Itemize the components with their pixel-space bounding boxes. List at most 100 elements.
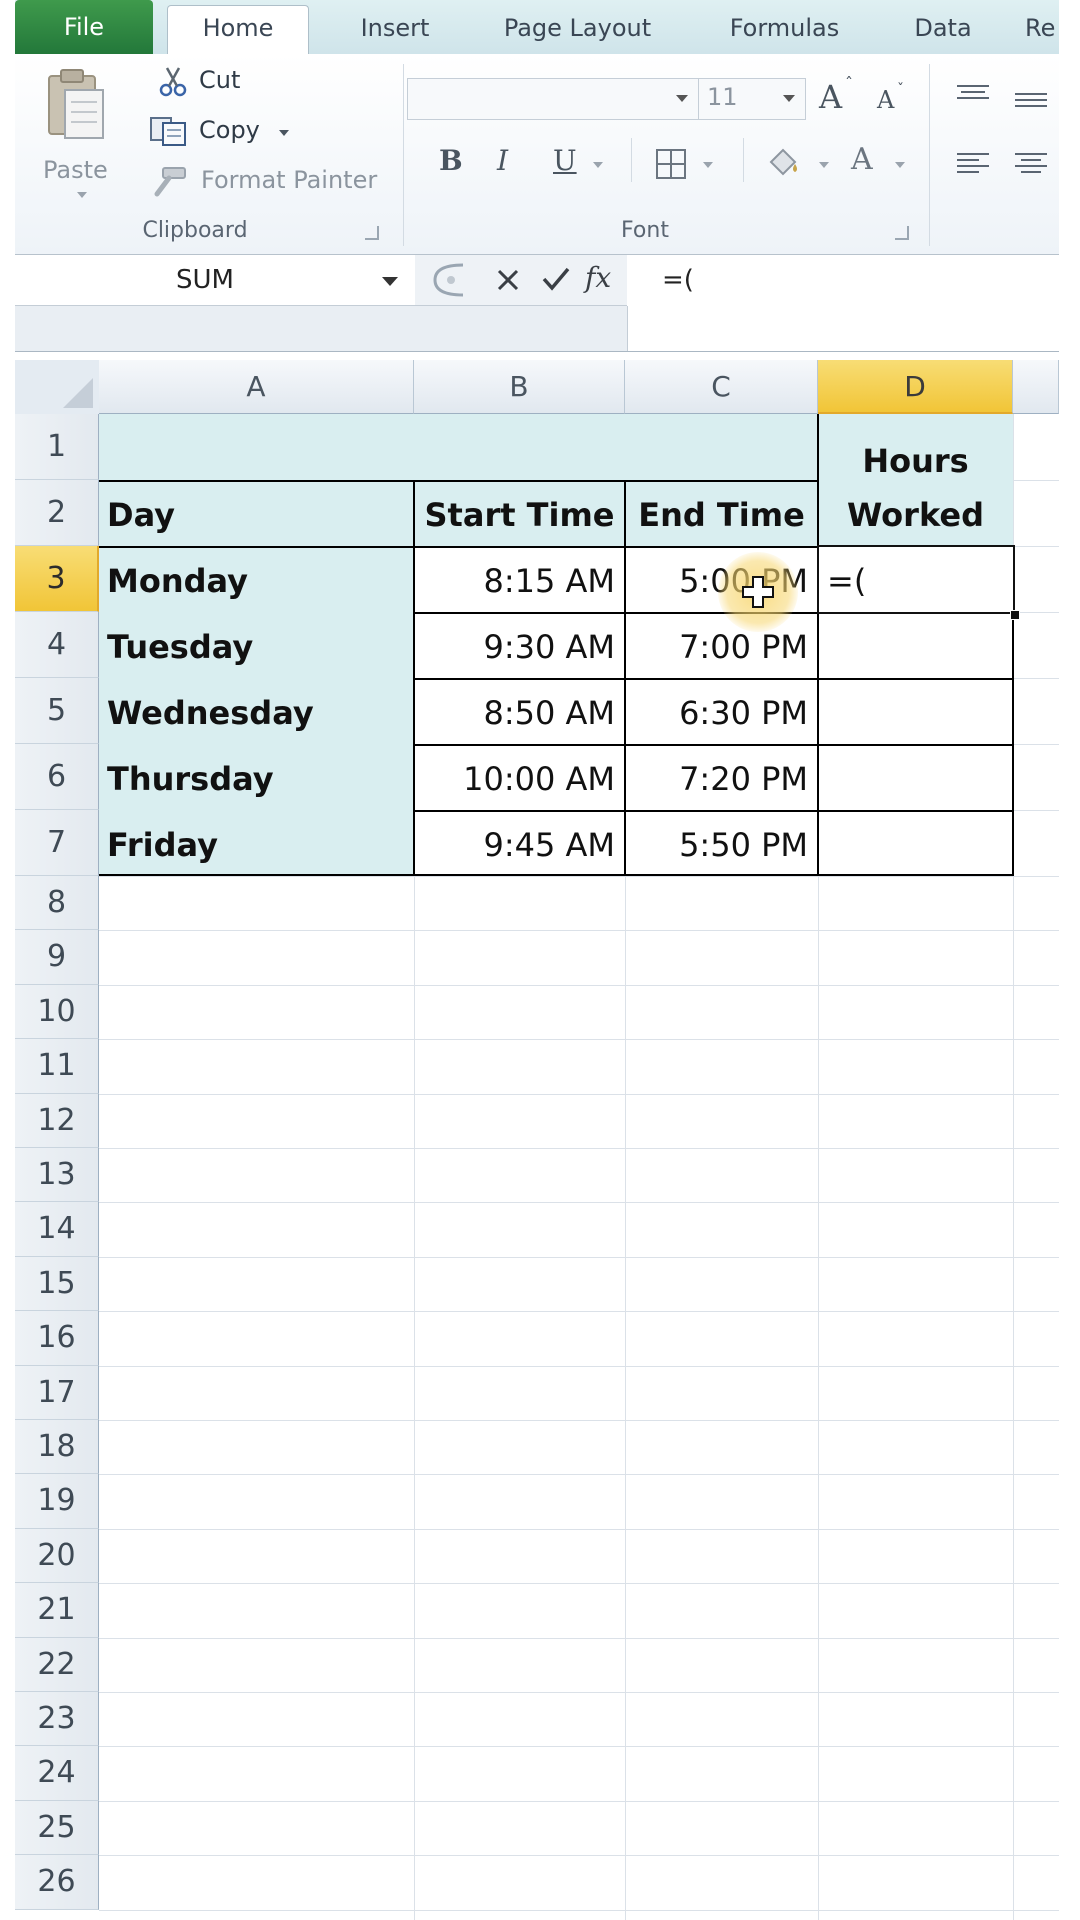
row-header-1[interactable]: 1 <box>15 414 99 480</box>
cell-d6[interactable] <box>818 744 1013 810</box>
cell-a1-c1[interactable] <box>99 414 818 480</box>
row-header-19[interactable]: 19 <box>15 1474 99 1529</box>
cell-c4[interactable]: 7:00 PM <box>625 612 818 678</box>
active-cell-d3[interactable]: =( <box>817 545 1015 614</box>
row-header-13[interactable]: 13 <box>15 1148 99 1203</box>
row-header-12[interactable]: 12 <box>15 1093 99 1148</box>
cell-c2-header-end[interactable]: End Time <box>625 480 818 546</box>
cell-a3[interactable]: Monday <box>99 546 414 612</box>
row-header-6[interactable]: 6 <box>15 744 99 810</box>
cell-b2-header-start[interactable]: Start Time <box>414 480 625 546</box>
borders-button[interactable] <box>653 146 725 186</box>
middle-align-icon[interactable] <box>1011 88 1051 118</box>
paste-button[interactable]: Paste <box>35 64 125 204</box>
font-size-input[interactable]: 11 <box>698 78 806 120</box>
font-dialog-launcher-icon[interactable] <box>895 226 909 240</box>
row-header-17[interactable]: 17 <box>15 1365 99 1420</box>
cell-a7[interactable]: Friday <box>99 810 414 876</box>
cut-button[interactable]: Cut <box>145 64 240 98</box>
cell-a2-header-day[interactable]: Day <box>99 480 414 546</box>
row-header-21[interactable]: 21 <box>15 1583 99 1638</box>
cell-a4[interactable]: Tuesday <box>99 612 414 678</box>
row-header-25[interactable]: 25 <box>15 1800 99 1856</box>
grow-font-button[interactable]: A ˆ <box>815 74 859 118</box>
align-left-icon[interactable] <box>953 150 993 180</box>
formula-input[interactable]: =( <box>628 255 1059 351</box>
tab-data[interactable]: Data <box>893 6 993 53</box>
cell-d5[interactable] <box>818 678 1013 744</box>
row-header-16[interactable]: 16 <box>15 1311 99 1366</box>
column-header-c[interactable]: C <box>625 360 818 414</box>
row-header-20[interactable]: 20 <box>15 1528 99 1584</box>
row-header-18[interactable]: 18 <box>15 1420 99 1475</box>
cancel-icon[interactable] <box>495 267 521 293</box>
tab-formulas[interactable]: Formulas <box>707 6 862 53</box>
shrink-font-icon: A <box>877 86 895 114</box>
fill-handle[interactable] <box>1010 610 1020 620</box>
formula-bar: SUM fx =( <box>15 255 1059 352</box>
column-header-b[interactable]: B <box>414 360 625 414</box>
cell-d1-header-hours[interactable]: Hours Worked <box>818 414 1013 546</box>
column-header-a[interactable]: A <box>99 360 414 414</box>
cell-cursor-icon <box>742 576 774 608</box>
cell-b4[interactable]: 9:30 AM <box>414 612 625 678</box>
font-color-button[interactable]: A <box>851 142 917 186</box>
name-box[interactable]: SUM <box>15 255 416 306</box>
row-header-3[interactable]: 3 <box>15 546 99 612</box>
underline-icon: U <box>553 144 577 177</box>
formula-bar-splitter-icon[interactable] <box>429 263 465 297</box>
italic-button[interactable]: I <box>491 144 527 184</box>
row-header-8[interactable]: 8 <box>15 876 99 931</box>
row-header-23[interactable]: 23 <box>15 1692 99 1747</box>
tab-review[interactable]: Re <box>1025 6 1059 53</box>
tab-file[interactable]: File <box>15 0 153 54</box>
cell-c6[interactable]: 7:20 PM <box>625 744 818 810</box>
cell-a6[interactable]: Thursday <box>99 744 414 810</box>
insert-function-icon[interactable]: fx <box>585 261 611 294</box>
top-align-icon[interactable] <box>953 82 993 112</box>
underline-button[interactable]: U <box>549 144 613 184</box>
cell-b7[interactable]: 9:45 AM <box>414 810 625 876</box>
row-header-5[interactable]: 5 <box>15 678 99 744</box>
cell-c5[interactable]: 6:30 PM <box>625 678 818 744</box>
fill-color-button[interactable] <box>763 146 835 186</box>
row-header-26[interactable]: 26 <box>15 1855 99 1910</box>
cell-b3[interactable]: 8:15 AM <box>414 546 625 612</box>
row-header-4[interactable]: 4 <box>15 612 99 678</box>
gridline <box>99 1202 1059 1204</box>
name-box-dropdown-icon[interactable] <box>382 277 398 286</box>
cell-b6[interactable]: 10:00 AM <box>414 744 625 810</box>
tab-page-layout[interactable]: Page Layout <box>480 6 675 53</box>
cell-a5[interactable]: Wednesday <box>99 678 414 744</box>
row-header-9[interactable]: 9 <box>15 930 99 985</box>
shrink-font-button[interactable]: A ˇ <box>871 82 911 118</box>
format-painter-button[interactable]: Format Painter <box>135 164 395 198</box>
row-header-10[interactable]: 10 <box>15 984 99 1040</box>
caret-up-icon: ˆ <box>845 74 853 93</box>
window-edge-right <box>1059 0 1080 1920</box>
cell-d4[interactable] <box>818 612 1013 678</box>
select-all-button[interactable] <box>15 360 100 415</box>
enter-checkmark-icon[interactable] <box>541 265 571 293</box>
row-header-7[interactable]: 7 <box>15 810 99 876</box>
row-header-15[interactable]: 15 <box>15 1256 99 1312</box>
cell-c7[interactable]: 5:50 PM <box>625 810 818 876</box>
cell-d7[interactable] <box>818 810 1013 876</box>
column-header-e[interactable] <box>1013 360 1059 414</box>
row-header-22[interactable]: 22 <box>15 1637 99 1692</box>
copy-button[interactable]: Copy <box>135 114 305 148</box>
align-center-icon[interactable] <box>1011 150 1051 180</box>
bold-button[interactable]: B <box>435 144 471 184</box>
clipboard-dialog-launcher-icon[interactable] <box>365 226 379 240</box>
row-header-2[interactable]: 2 <box>15 480 99 546</box>
row-header-24[interactable]: 24 <box>15 1746 99 1801</box>
format-painter-label: Format Painter <box>201 166 378 194</box>
row-header-14[interactable]: 14 <box>15 1202 99 1257</box>
tab-insert[interactable]: Insert <box>335 6 455 53</box>
font-name-input[interactable] <box>407 78 699 120</box>
column-header-d[interactable]: D <box>818 360 1013 414</box>
row-header-11[interactable]: 11 <box>15 1039 99 1094</box>
cell-b5[interactable]: 8:50 AM <box>414 678 625 744</box>
tab-home[interactable]: Home <box>167 5 309 55</box>
copy-dropdown-icon <box>279 130 289 136</box>
